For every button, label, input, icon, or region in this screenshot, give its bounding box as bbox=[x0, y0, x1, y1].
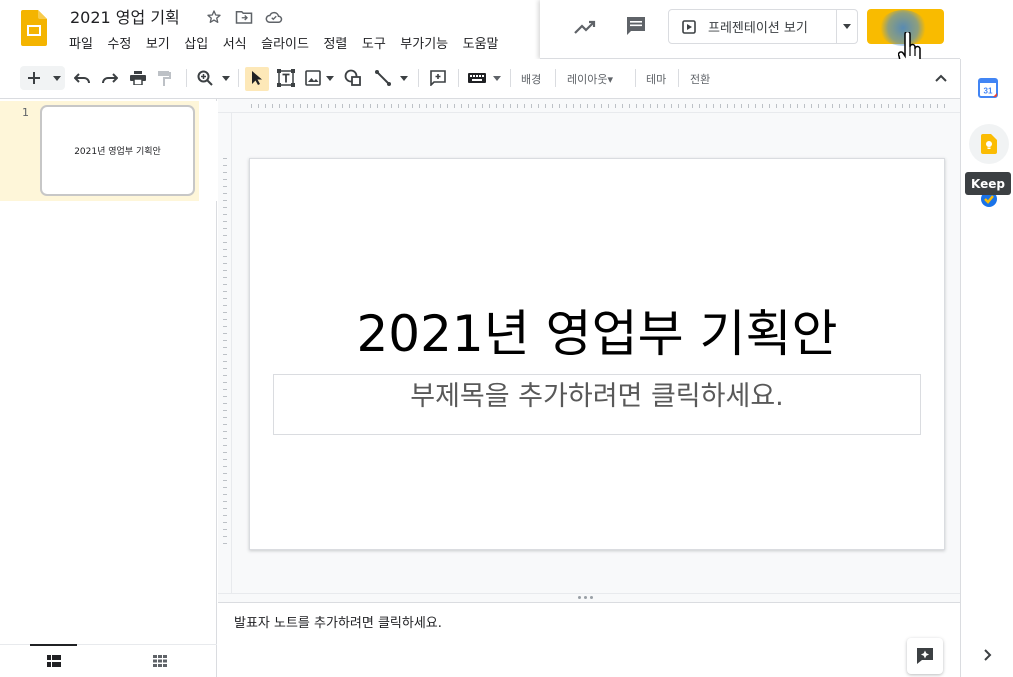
toolbar-divider bbox=[555, 69, 556, 87]
menu-tools[interactable]: 도구 bbox=[362, 35, 386, 55]
star-icon[interactable] bbox=[204, 7, 224, 27]
keyboard-icon[interactable] bbox=[466, 67, 488, 89]
expand-panel-icon[interactable] bbox=[980, 646, 996, 664]
toolbar-divider bbox=[186, 69, 187, 87]
keep-tooltip: Keep bbox=[965, 172, 1011, 195]
toolbar-divider bbox=[458, 69, 459, 87]
paint-format-icon[interactable] bbox=[154, 67, 174, 89]
select-arrow-icon[interactable] bbox=[247, 67, 267, 89]
toolbar-divider bbox=[678, 69, 679, 87]
redo-icon[interactable] bbox=[100, 67, 120, 89]
text-box-icon[interactable] bbox=[275, 67, 297, 89]
toolbar-divider bbox=[635, 69, 636, 87]
present-options-button[interactable] bbox=[837, 10, 857, 43]
collapse-icon[interactable] bbox=[932, 67, 950, 89]
new-slide-dropdown-icon[interactable] bbox=[51, 67, 63, 89]
explore-button[interactable] bbox=[907, 638, 943, 674]
title-actions bbox=[204, 7, 284, 27]
toolbar-divider bbox=[238, 69, 239, 87]
plus-icon[interactable] bbox=[26, 67, 42, 89]
input-tools-dropdown-icon[interactable] bbox=[491, 67, 503, 89]
calendar-icon[interactable]: 31 bbox=[978, 78, 998, 98]
cloud-status-icon[interactable] bbox=[264, 7, 284, 27]
slide-thumbnail[interactable]: 2021년 영업부 기획안 bbox=[40, 105, 195, 196]
slide-thumbnail-title: 2021년 영업부 기획안 bbox=[74, 147, 161, 157]
menu-help[interactable]: 도움말 bbox=[463, 35, 499, 55]
play-icon bbox=[682, 19, 696, 34]
slide-number: 1 bbox=[22, 106, 29, 119]
side-panel-top bbox=[960, 0, 1013, 59]
vertical-ruler-ticks bbox=[223, 158, 227, 550]
activity-trend-icon[interactable] bbox=[573, 15, 597, 39]
menu-slide[interactable]: 슬라이드 bbox=[261, 35, 309, 55]
present-label: 프레젠테이션 보기 bbox=[708, 21, 808, 36]
menu-file[interactable]: 파일 bbox=[69, 35, 93, 55]
menu-bar: 파일 수정 보기 삽입 서식 슬라이드 정렬 도구 부가기능 도움말 bbox=[69, 35, 513, 55]
speaker-notes-placeholder[interactable]: 발표자 노트를 추가하려면 클릭하세요. bbox=[234, 612, 442, 631]
add-comment-icon[interactable] bbox=[427, 67, 449, 89]
line-icon[interactable] bbox=[372, 67, 394, 89]
present-button[interactable]: 프레젠테이션 보기 bbox=[669, 10, 837, 43]
zoom-dropdown-icon[interactable] bbox=[220, 67, 232, 89]
image-icon[interactable] bbox=[303, 67, 323, 89]
print-icon[interactable] bbox=[128, 67, 148, 89]
keep-icon[interactable] bbox=[979, 134, 999, 154]
comment-icon[interactable] bbox=[624, 14, 648, 38]
menu-bar-container: 파일 수정 보기 삽입 서식 슬라이드 정렬 도구 부가기능 도움말 bbox=[0, 30, 545, 60]
filmstrip-scrollbar-track bbox=[199, 101, 217, 201]
dropdown-arrow-icon bbox=[843, 24, 851, 29]
grid-view-icon[interactable] bbox=[136, 645, 183, 677]
horizontal-ruler-ticks bbox=[251, 99, 946, 112]
toolbar-divider bbox=[510, 69, 511, 87]
subtitle-placeholder-text[interactable]: 부제목을 추가하려면 클릭하세요. bbox=[273, 379, 921, 415]
move-folder-icon[interactable] bbox=[234, 7, 254, 27]
menu-edit[interactable]: 수정 bbox=[107, 35, 131, 55]
transition-button[interactable]: 전환 bbox=[690, 71, 710, 87]
background-button[interactable]: 배경 bbox=[521, 71, 541, 87]
shape-icon[interactable] bbox=[342, 67, 364, 89]
slides-app: 2021 영업 기획 파일 수정 보기 삽입 서식 슬라이드 정렬 도구 부가기… bbox=[0, 0, 1013, 677]
undo-icon[interactable] bbox=[72, 67, 92, 89]
image-dropdown-icon[interactable] bbox=[324, 67, 336, 89]
layout-button[interactable]: 레이아웃▾ bbox=[567, 71, 613, 87]
slide-title-text[interactable]: 2021년 영업부 기획안 bbox=[249, 298, 945, 370]
notes-grip-dots bbox=[578, 596, 593, 599]
menu-insert[interactable]: 삽입 bbox=[184, 35, 208, 55]
menu-addons[interactable]: 부가기능 bbox=[400, 35, 448, 55]
menu-view[interactable]: 보기 bbox=[146, 35, 170, 55]
present-button-group: 프레젠테이션 보기 bbox=[668, 9, 858, 44]
menu-format[interactable]: 서식 bbox=[223, 35, 247, 55]
calendar-day: 31 bbox=[984, 87, 993, 96]
zoom-icon[interactable] bbox=[194, 67, 216, 89]
document-title[interactable]: 2021 영업 기획 bbox=[70, 7, 180, 29]
theme-button[interactable]: 테마 bbox=[646, 71, 666, 87]
toolbar-divider bbox=[418, 69, 419, 87]
filmstrip-view-icon[interactable] bbox=[30, 645, 77, 677]
line-dropdown-icon[interactable] bbox=[398, 67, 410, 89]
menu-arrange[interactable]: 정렬 bbox=[323, 35, 347, 55]
explore-icon bbox=[917, 648, 933, 664]
